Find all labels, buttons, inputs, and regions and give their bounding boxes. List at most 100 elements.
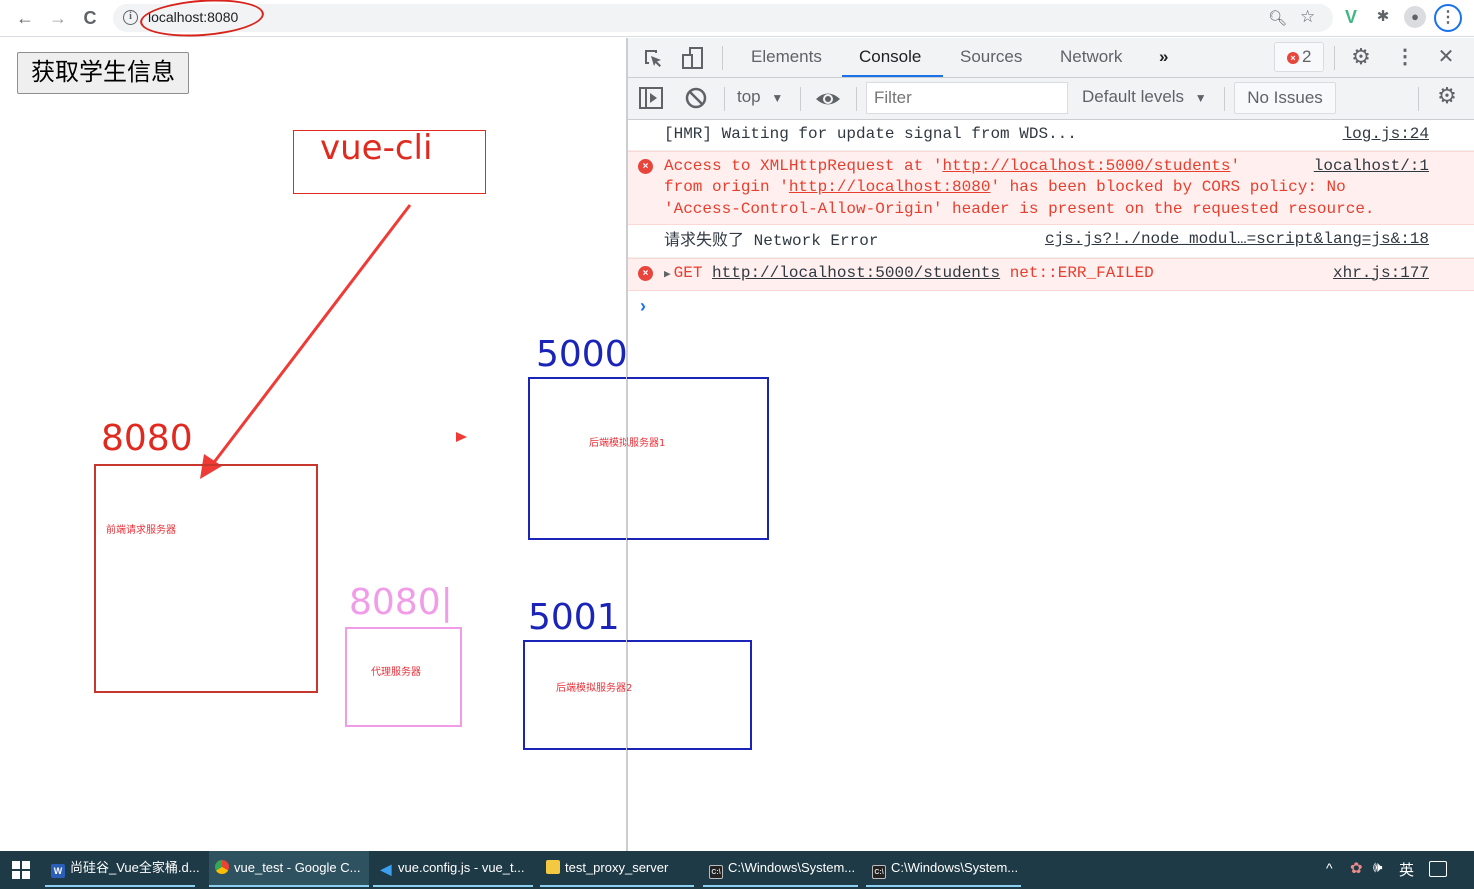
console-message-log: [HMR] Waiting for update signal from WDS… — [628, 120, 1474, 151]
separator — [800, 87, 801, 111]
url-link[interactable]: http://localhost:5000/students — [712, 264, 1000, 282]
separator — [1418, 87, 1419, 111]
browser-menu-button[interactable]: ⋮ — [1434, 4, 1462, 32]
close-devtools-icon[interactable]: ✕ — [1433, 44, 1459, 69]
settings-gear-icon[interactable]: ⚙ — [1348, 44, 1374, 70]
devtools-menu-icon[interactable]: ⋮ — [1392, 44, 1418, 69]
live-expression-eye-icon[interactable] — [814, 86, 842, 112]
vue-devtools-icon[interactable]: V — [1340, 6, 1362, 28]
separator — [1334, 46, 1335, 70]
source-link[interactable]: log.js:24 — [1343, 124, 1429, 146]
log-levels-dropdown[interactable]: Default levels ▼ — [1082, 87, 1207, 107]
console-settings-gear-icon[interactable]: ⚙ — [1434, 83, 1460, 109]
windows-taskbar: W 尚硅谷_Vue全家桶.d... vue_test - Google C... … — [0, 851, 1474, 889]
sidebar-toggle-icon[interactable] — [638, 87, 664, 111]
taskbar-item-explorer[interactable]: test_proxy_server — [540, 851, 694, 887]
clear-console-icon[interactable] — [683, 86, 709, 112]
console-prompt[interactable]: › — [628, 291, 1474, 321]
tab-sources[interactable]: Sources — [960, 47, 1022, 67]
extensions-puzzle-icon[interactable]: ✱ — [1372, 6, 1394, 28]
error-status: net::ERR_FAILED — [1009, 263, 1154, 282]
error-count-badge[interactable]: × 2 — [1274, 42, 1324, 72]
context-selector[interactable]: top ▼ — [737, 87, 783, 107]
console-message-log: 请求失败了 Network Error cjs.js?!./node_modul… — [628, 225, 1474, 258]
more-tabs-chevron-icon[interactable]: » — [1159, 47, 1168, 67]
message-text: from origin ' — [664, 178, 789, 196]
separator — [856, 87, 857, 111]
page-viewport: 获取学生信息 — [0, 38, 627, 851]
taskbar-item-chrome[interactable]: vue_test - Google C... — [209, 851, 369, 887]
error-icon: × — [638, 158, 653, 174]
separator — [724, 87, 725, 111]
word-icon: W — [51, 864, 65, 878]
zoom-icon[interactable]: 🔍︎ — [1268, 9, 1287, 27]
devtools-panel: Elements Console Sources Network » × 2 ⚙… — [627, 38, 1474, 851]
folder-icon — [546, 860, 560, 874]
url-link[interactable]: http://localhost:8080 — [789, 178, 991, 196]
action-center-icon[interactable] — [1429, 861, 1447, 877]
taskbar-item-word[interactable]: W 尚硅谷_Vue全家桶.d... — [45, 851, 200, 887]
message-text: [HMR] Waiting for update signal from WDS… — [664, 125, 1077, 143]
console-message-error[interactable]: × ▶ GET http://localhost:5000/students ne… — [628, 257, 1474, 291]
log-levels-label: Default levels — [1082, 87, 1185, 106]
taskbar-item-label: 尚硅谷_Vue全家桶.d... — [70, 860, 200, 875]
ime-indicator[interactable]: 英 — [1399, 859, 1414, 880]
taskbar-item-vscode[interactable]: ◀ vue.config.js - vue_t... — [373, 851, 533, 887]
source-link[interactable]: cjs.js?!./node_modul…=script&lang=js&:18 — [1045, 229, 1429, 251]
request-method: GET — [673, 263, 703, 282]
taskbar-item-cmd-1[interactable]: C:\ C:\Windows\System... — [703, 851, 858, 887]
windows-start-icon[interactable] — [12, 861, 30, 879]
error-icon: × — [1287, 52, 1299, 64]
dropdown-arrow-icon: ▼ — [771, 91, 784, 105]
message-line: 'Access-Control-Allow-Origin' header is … — [664, 199, 1375, 218]
url-text[interactable]: localhost:8080 — [148, 9, 238, 25]
back-button[interactable]: ← — [13, 6, 37, 30]
volume-icon[interactable]: 🕪︎ — [1373, 859, 1382, 876]
running-indicator — [373, 885, 533, 887]
context-value: top — [737, 87, 761, 106]
address-bar[interactable]: i localhost:8080 🔍︎ ☆ — [113, 4, 1333, 32]
separator — [1224, 87, 1225, 111]
reload-button[interactable]: C — [78, 6, 102, 30]
kebab-menu-icon: ⋮ — [1440, 9, 1456, 26]
message-text: Access to XMLHttpRequest at ' — [664, 156, 943, 175]
tray-chevron-up-icon[interactable]: ^ — [1326, 860, 1333, 876]
taskbar-item-cmd-2[interactable]: C:\ C:\Windows\System... — [866, 851, 1021, 887]
prompt-chevron-icon: › — [640, 296, 646, 316]
browser-toolbar: ← → C i localhost:8080 🔍︎ ☆ V ✱ ● ⋮ — [0, 0, 1474, 41]
tray-app-icon[interactable]: ✿ — [1350, 859, 1363, 877]
device-toolbar-icon[interactable] — [680, 45, 706, 71]
expand-triangle-icon[interactable]: ▶ — [664, 269, 671, 281]
source-link[interactable]: xhr.js:177 — [1333, 263, 1429, 285]
tab-elements[interactable]: Elements — [751, 47, 822, 67]
message-text-zh: 请求失败了 — [664, 230, 745, 249]
info-icon[interactable]: i — [123, 10, 138, 25]
fetch-student-info-button[interactable]: 获取学生信息 — [17, 52, 189, 94]
console-output: [HMR] Waiting for update signal from WDS… — [628, 120, 1474, 321]
message-text: ' — [1230, 156, 1241, 175]
separator — [722, 46, 723, 70]
profile-avatar-icon[interactable]: ● — [1404, 6, 1426, 28]
tab-console[interactable]: Console — [859, 47, 921, 67]
vscode-icon: ◀ — [380, 861, 392, 877]
source-link[interactable]: localhost/:1 — [1314, 156, 1429, 178]
tab-network[interactable]: Network — [1060, 47, 1122, 67]
error-count: 2 — [1302, 47, 1312, 66]
message-line: from origin 'http://localhost:8080' has … — [664, 177, 1428, 199]
bookmark-star-icon[interactable]: ☆ — [1300, 7, 1315, 27]
url-link[interactable]: http://localhost:5000/students — [942, 157, 1230, 175]
devtools-tabbar: Elements Console Sources Network » × 2 ⚙… — [628, 38, 1474, 78]
forward-button[interactable]: → — [46, 6, 70, 30]
console-toolbar: top ▼ Default levels ▼ No Issues ⚙ — [628, 78, 1474, 120]
arrow-left-icon: ← — [16, 8, 34, 28]
console-filter-input[interactable] — [866, 82, 1068, 114]
chrome-icon — [215, 860, 229, 874]
issues-button[interactable]: No Issues — [1234, 82, 1336, 114]
cmd-icon: C:\ — [709, 865, 723, 879]
inspect-element-icon[interactable] — [640, 46, 666, 70]
error-icon: × — [638, 265, 653, 281]
message-text: ' has been blocked by CORS policy: No — [990, 178, 1346, 196]
running-indicator — [209, 885, 369, 887]
taskbar-item-label: C:\Windows\System... — [891, 860, 1019, 875]
console-message-error: × Access to XMLHttpRequest at 'http://lo… — [628, 150, 1474, 225]
